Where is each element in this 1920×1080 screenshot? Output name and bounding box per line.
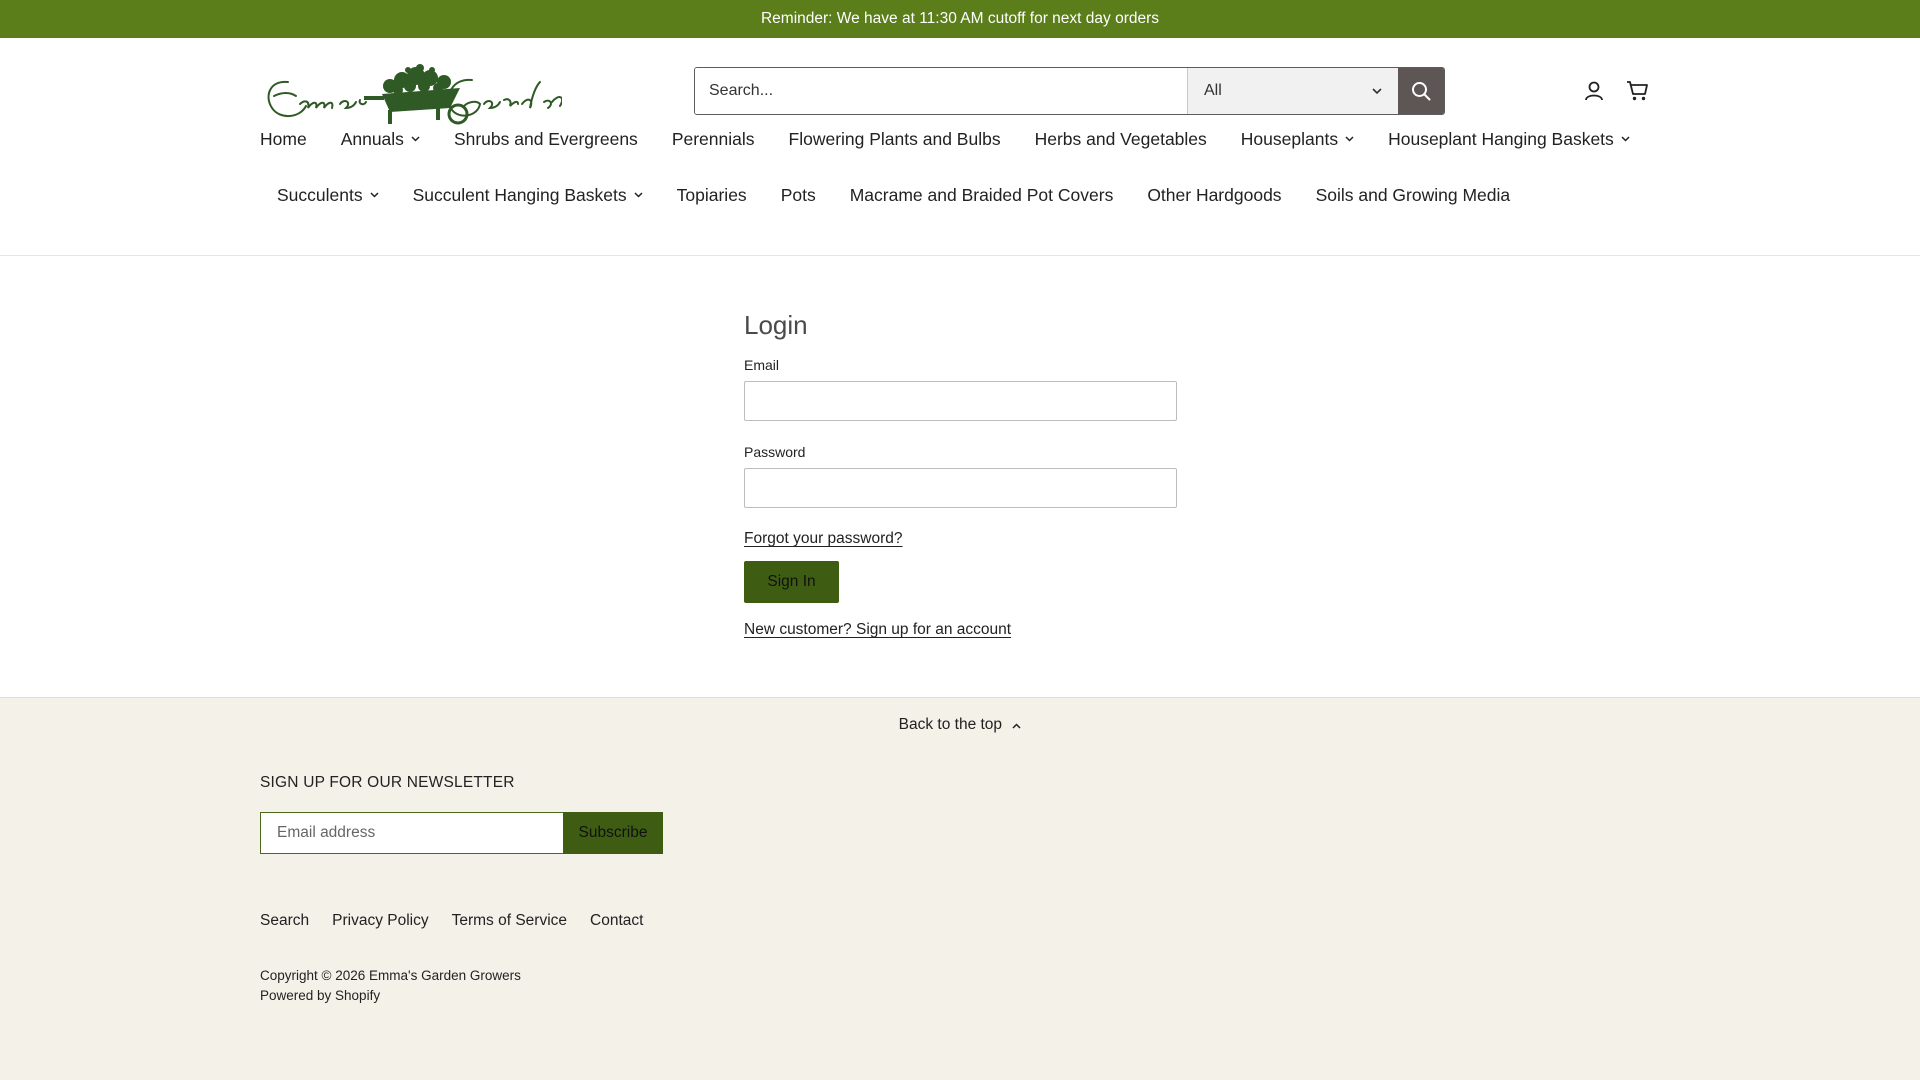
user-icon: [1585, 81, 1603, 101]
nav-macrame-pot-covers[interactable]: Macrame and Braided Pot Covers: [850, 185, 1114, 206]
password-label: Password: [744, 444, 806, 460]
email-label: Email: [744, 357, 780, 373]
nav-other-hardgoods[interactable]: Other Hardgoods: [1147, 185, 1281, 206]
search-bar: All: [694, 67, 1445, 115]
main-nav-row-2: Succulents Succulent Hanging Baskets Top…: [0, 178, 1920, 212]
nav-label: Succulent Hanging Baskets: [412, 184, 627, 205]
nav-shrubs-evergreens[interactable]: Shrubs and Evergreens: [454, 129, 638, 150]
nav-label: Houseplants: [1240, 128, 1339, 149]
page-title: Login: [744, 310, 808, 340]
site-header: All Home Annuals Shrubs and Evergreens P…: [0, 38, 1920, 256]
nav-flowering-plants-bulbs[interactable]: Flowering Plants and Bulbs: [789, 129, 1001, 150]
nav-label: Shrubs and Evergreens: [453, 128, 638, 149]
nav-label: Home: [260, 128, 307, 149]
wheelbarrow-logo-icon: [267, 64, 564, 125]
powered-by-text[interactable]: Powered by Shopify: [260, 986, 521, 1006]
announcement-bar: Reminder: We have at 11:30 AM cutoff for…: [0, 0, 1920, 38]
footer-link-terms-of-service[interactable]: Terms of Service: [452, 912, 567, 930]
footer-link-contact[interactable]: Contact: [590, 912, 643, 930]
chevron-down-icon: [411, 136, 420, 142]
nav-houseplants[interactable]: Houseplants: [1241, 129, 1354, 150]
account-button[interactable]: [1581, 78, 1607, 104]
email-field[interactable]: [744, 381, 1177, 421]
subscribe-button[interactable]: Subscribe: [563, 812, 663, 854]
nav-home[interactable]: Home: [260, 129, 307, 150]
nav-houseplant-hanging-baskets[interactable]: Houseplant Hanging Baskets: [1388, 129, 1630, 150]
nav-herbs-vegetables[interactable]: Herbs and Vegetables: [1035, 129, 1207, 150]
nav-label: Houseplant Hanging Baskets: [1388, 128, 1614, 149]
main-nav-row-1: Home Annuals Shrubs and Evergreens Peren…: [0, 122, 1920, 156]
newsletter-form: Subscribe: [260, 812, 663, 854]
nav-label: Herbs and Vegetables: [1034, 128, 1207, 149]
search-input[interactable]: [695, 68, 1188, 114]
chevron-down-icon: [634, 192, 643, 198]
back-to-top-link[interactable]: Back to the top: [0, 716, 1920, 734]
site-footer: Back to the top SIGN UP FOR OUR NEWSLETT…: [0, 697, 1920, 1080]
chevron-down-icon: [1621, 136, 1630, 142]
nav-label: Soils and Growing Media: [1315, 184, 1511, 205]
copyright-text: Copyright © 2026 Emma's Garden Growers: [260, 968, 521, 983]
nav-label: Pots: [780, 184, 816, 205]
search-category-value: All: [1204, 82, 1222, 99]
footer-links: Search Privacy Policy Terms of Service C…: [260, 912, 643, 930]
nav-label: Flowering Plants and Bulbs: [788, 128, 1001, 149]
nav-label: Other Hardgoods: [1147, 184, 1282, 205]
chevron-up-icon: [1012, 723, 1021, 729]
nav-label: Perennials: [671, 128, 755, 149]
nav-pots[interactable]: Pots: [781, 185, 816, 206]
search-icon: [1412, 82, 1431, 101]
newsletter-email-input[interactable]: [260, 812, 563, 854]
nav-succulents[interactable]: Succulents: [277, 185, 379, 206]
search-category-select[interactable]: All: [1188, 68, 1398, 114]
nav-perennials[interactable]: Perennials: [672, 129, 755, 150]
chevron-down-icon: [370, 192, 379, 198]
chevron-down-icon: [1345, 136, 1354, 142]
footer-link-privacy-policy[interactable]: Privacy Policy: [332, 912, 428, 930]
password-field[interactable]: [744, 468, 1177, 508]
copyright-block: Copyright © 2026 Emma's Garden Growers P…: [260, 966, 521, 1006]
search-submit-button[interactable]: [1398, 68, 1444, 114]
nav-annuals[interactable]: Annuals: [341, 129, 420, 150]
site-logo[interactable]: [260, 56, 564, 128]
nav-topiaries[interactable]: Topiaries: [677, 185, 747, 206]
announcement-text: Reminder: We have at 11:30 AM cutoff for…: [760, 10, 1160, 27]
sign-in-button[interactable]: Sign In: [744, 561, 839, 603]
login-form: Login Email Password Forgot your passwor…: [744, 310, 1177, 639]
nav-label: Macrame and Braided Pot Covers: [849, 184, 1114, 205]
nav-soils-growing-media[interactable]: Soils and Growing Media: [1316, 185, 1511, 206]
nav-label: Succulents: [277, 184, 363, 205]
chevron-down-icon: [1372, 87, 1382, 94]
footer-link-search[interactable]: Search: [260, 912, 309, 930]
nav-succulent-hanging-baskets[interactable]: Succulent Hanging Baskets: [413, 185, 643, 206]
nav-label: Topiaries: [676, 184, 747, 205]
back-to-top-label: Back to the top: [898, 716, 1003, 733]
cart-icon: [1627, 81, 1648, 101]
signup-link[interactable]: New customer? Sign up for an account: [744, 621, 1011, 638]
cart-button[interactable]: [1625, 78, 1651, 104]
forgot-password-link[interactable]: Forgot your password?: [744, 530, 903, 547]
nav-label: Annuals: [340, 128, 404, 149]
newsletter-title: SIGN UP FOR OUR NEWSLETTER: [260, 774, 515, 791]
